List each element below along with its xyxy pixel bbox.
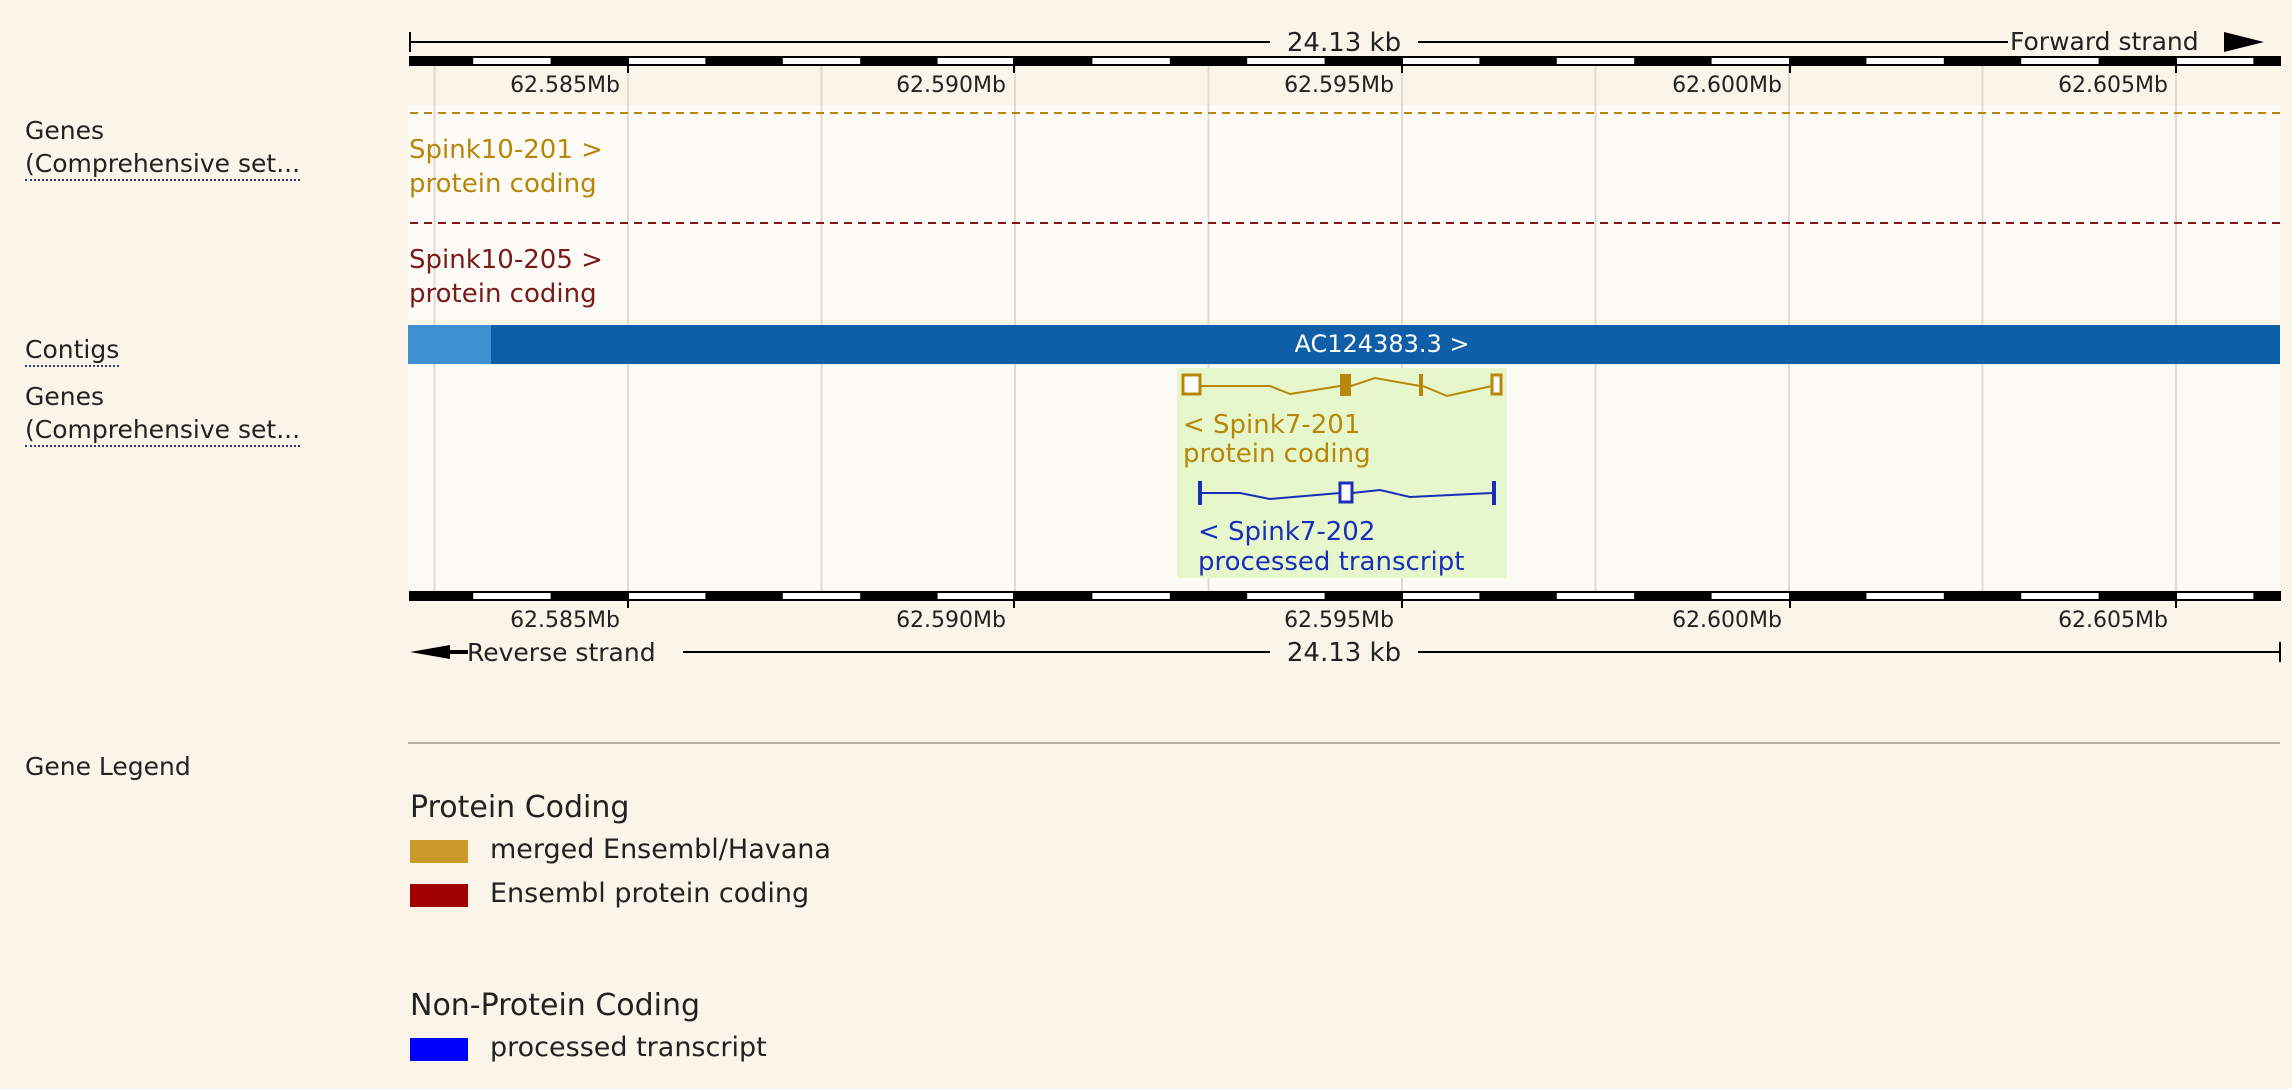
legend-swatch-processed: [410, 1038, 468, 1061]
gene-spink10-205-type: protein coding: [409, 279, 597, 309]
ruler-segment: [1789, 592, 1867, 600]
bottom-ruler: 62.585Mb 62.590Mb 62.595Mb 62.600Mb 62.605Mb: [409, 591, 2281, 633]
exon: [1340, 374, 1351, 396]
tick-label: 62.595Mb: [1284, 73, 1394, 98]
ruler-segment: [860, 592, 938, 600]
ruler-segment: [1789, 57, 1867, 65]
tick-label: 62.585Mb: [510, 73, 620, 98]
tick-label: 62.605Mb: [2058, 73, 2168, 98]
contig-start-segment[interactable]: [408, 325, 491, 364]
ruler-segment: [1324, 57, 1402, 65]
ruler-segment: [1169, 57, 1248, 65]
ruler-segment: [1479, 57, 1557, 65]
ruler-segment: [550, 592, 628, 600]
ruler-segment: [550, 57, 628, 65]
ruler-segment: [860, 57, 938, 65]
ruler-segment: [2098, 592, 2176, 600]
tick-label: 62.590Mb: [896, 608, 1006, 633]
gene-spink10-201-name[interactable]: Spink10-201 >: [409, 135, 603, 165]
region-image: Genes (Comprehensive set... Contigs Gene…: [0, 0, 2292, 1089]
ruler-segment: [1943, 57, 2022, 65]
ruler-segment: [1324, 592, 1402, 600]
ruler-segment: [1015, 592, 1093, 600]
ruler-segment: [1015, 57, 1093, 65]
exon: [1490, 373, 1503, 396]
legend-item-merged: merged Ensembl/Havana: [490, 834, 831, 865]
legend-swatch-merged: [410, 840, 468, 863]
tick-label: 62.600Mb: [1672, 73, 1782, 98]
tick-label: 62.585Mb: [510, 608, 620, 633]
ruler-segment: [2253, 57, 2280, 65]
tick-label: 62.590Mb: [896, 73, 1006, 98]
tick-label: 62.600Mb: [1672, 608, 1782, 633]
ruler-segment: [1943, 592, 2022, 600]
legend-divider: [408, 742, 2280, 744]
tracks-panel: 24.13 kb Forward strand 62.585Mb 62.590Mb…: [0, 27, 2292, 668]
ruler-segment: [1634, 57, 1712, 65]
exon: [1338, 481, 1354, 504]
reverse-strand-label: Reverse strand: [467, 638, 656, 667]
gene-spink7-201-name[interactable]: < Spink7-201: [1183, 410, 1360, 440]
tick-label: 62.595Mb: [1284, 608, 1394, 633]
gene-spink7-202-name[interactable]: < Spink7-202: [1198, 517, 1375, 547]
legend-item-ensembl: Ensembl protein coding: [490, 878, 810, 909]
bottom-scale: 62.585Mb 62.590Mb 62.595Mb 62.600Mb 62.605Mb…: [409, 591, 2281, 668]
bottom-span-label: 24.13 kb: [1287, 638, 1401, 668]
ruler-segment: [410, 592, 474, 600]
exon: [1419, 374, 1423, 396]
ruler-segment: [1479, 592, 1557, 600]
legend-swatch-ensembl: [410, 884, 468, 907]
gene-legend-title: Gene Legend: [25, 752, 191, 781]
band-genes-forward: [408, 105, 2280, 320]
gene-spink10-201-type: protein coding: [409, 169, 597, 199]
ruler-segment: [2253, 592, 2280, 600]
gene-spink7-201-type: protein coding: [1183, 439, 1371, 469]
legend-heading-protein-coding: Protein Coding: [410, 790, 630, 825]
gene-spink7-202-type: processed transcript: [1198, 547, 1464, 577]
gene-spink10-205-name[interactable]: Spink10-205 >: [409, 245, 603, 275]
legend-item-processed: processed transcript: [490, 1032, 767, 1063]
tick-label: 62.605Mb: [2058, 608, 2168, 633]
ruler-segment: [410, 57, 474, 65]
legend-heading-non-protein-coding: Non-Protein Coding: [410, 988, 701, 1023]
contig-name: AC124383.3 >: [1294, 330, 1469, 358]
top-span-label: 24.13 kb: [1287, 28, 1401, 58]
ruler-segment: [1634, 592, 1712, 600]
ruler-segment: [705, 592, 783, 600]
forward-strand-label: Forward strand: [2010, 27, 2199, 56]
ruler-segment: [2098, 57, 2176, 65]
exon: [1181, 373, 1202, 396]
ruler-segment: [1169, 592, 1248, 600]
ruler-segment: [705, 57, 783, 65]
